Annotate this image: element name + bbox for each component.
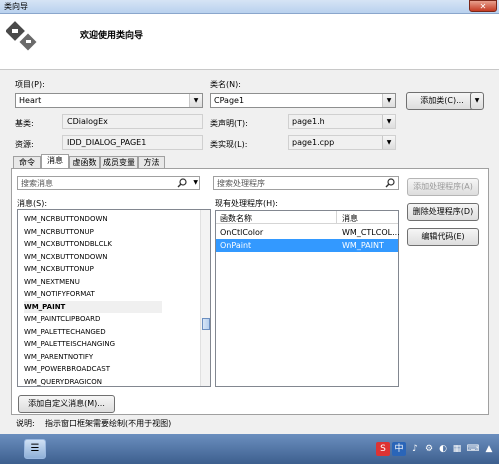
class-wizard-logo-icon: [6, 21, 37, 51]
tray-expand-icon[interactable]: ▲: [482, 442, 496, 456]
chevron-down-icon: ▼: [382, 136, 395, 149]
message-item[interactable]: WM_NCXBUTTONUP: [24, 263, 194, 276]
class-impl-label: 类实现(L):: [210, 140, 248, 149]
base-class-field: CDialogEx: [62, 114, 203, 129]
handler-row[interactable]: OnCtlColor WM_CTLCOL...: [216, 226, 400, 239]
handlers-grid-header: 函数名称 消息: [216, 211, 398, 224]
chevron-down-icon: ▼: [382, 94, 395, 107]
resource-value: IDD_DIALOG_PAGE1: [67, 138, 147, 147]
class-decl-label: 类声明(T):: [210, 119, 248, 128]
tray-settings-icon[interactable]: ⚙: [422, 442, 436, 456]
search-icon[interactable]: [385, 178, 395, 188]
tray-grid-icon[interactable]: ▦: [450, 442, 464, 456]
tray-ime-icon[interactable]: 中: [392, 442, 406, 456]
message-item[interactable]: WM_QUERYDRAGICON: [24, 376, 194, 387]
message-item[interactable]: WM_NEXTMENU: [24, 276, 194, 289]
handler-function-cell: OnPaint: [220, 241, 252, 250]
delete-handler-button[interactable]: 删除处理程序(D): [407, 203, 479, 221]
message-item[interactable]: WM_PALETTECHANGED: [24, 326, 194, 339]
column-divider[interactable]: [336, 211, 337, 224]
message-item[interactable]: WM_PARENTNOTIFY: [24, 351, 194, 364]
handlers-grid[interactable]: 函数名称 消息 OnCtlColor WM_CTLCOL... OnPaint …: [215, 210, 400, 387]
tab-virtual-functions[interactable]: 虚函数: [69, 156, 100, 168]
handlers-list-label: 现有处理程序(H):: [215, 199, 278, 208]
message-item[interactable]: WM_NCRBUTTONDOWN: [24, 213, 194, 226]
project-label: 项目(P):: [15, 80, 45, 89]
add-class-button[interactable]: 添加类(C)...: [406, 92, 478, 110]
taskbar-app-button[interactable]: ☰: [24, 439, 46, 459]
search-options-dropdown-icon[interactable]: ▼: [193, 179, 198, 186]
project-value: Heart: [19, 96, 42, 105]
tab-member-variables[interactable]: 成员变量: [100, 156, 138, 168]
handler-search-input[interactable]: 搜索处理程序: [213, 176, 399, 190]
tray-sound-icon[interactable]: ♪: [408, 442, 422, 456]
message-item[interactable]: WM_NOTIFYFORMAT: [24, 288, 194, 301]
column-header-message[interactable]: 消息: [342, 213, 358, 224]
chevron-down-icon: ▼: [189, 94, 202, 107]
message-item[interactable]: WM_NCXBUTTONDBLCLK: [24, 238, 194, 251]
class-impl-value: page1.cpp: [292, 138, 335, 147]
handler-function-cell: OnCtlColor: [220, 228, 264, 237]
base-class-value: CDialogEx: [67, 117, 108, 126]
tray-app-icon[interactable]: ◐: [436, 442, 450, 456]
project-select[interactable]: Heart ▼: [15, 93, 203, 108]
edit-code-button[interactable]: 编辑代码(E): [407, 228, 479, 246]
class-decl-value: page1.h: [292, 117, 325, 126]
messages-list-label: 消息(S):: [17, 199, 48, 208]
close-button[interactable]: ✕: [469, 0, 497, 12]
tab-methods[interactable]: 方法: [138, 156, 165, 168]
message-item[interactable]: WM_NCRBUTTONUP: [24, 226, 194, 239]
add-class-dropdown-button[interactable]: ▼: [470, 92, 484, 110]
chat-icon: ☰: [30, 443, 40, 454]
add-custom-message-button[interactable]: 添加自定义消息(M)...: [18, 395, 115, 413]
wizard-header: [0, 14, 499, 70]
base-class-label: 基类:: [15, 119, 34, 128]
class-name-select[interactable]: CPage1 ▼: [210, 93, 396, 108]
add-handler-button[interactable]: 添加处理程序(A): [407, 178, 479, 196]
description-text: 指示窗口框架需要绘制(不用于视图): [45, 419, 172, 428]
handler-message-cell: WM_CTLCOL...: [342, 228, 400, 237]
title-bar: 类向导 ✕: [0, 0, 499, 14]
handler-search-placeholder: 搜索处理程序: [217, 179, 265, 188]
class-impl-select[interactable]: page1.cpp ▼: [288, 135, 396, 150]
welcome-heading: 欢迎使用类向导: [80, 31, 144, 41]
class-name-value: CPage1: [214, 96, 245, 105]
chevron-down-icon: ▼: [382, 115, 395, 128]
message-search-input[interactable]: 搜索消息 ▼: [17, 176, 200, 190]
description-label: 说明:: [16, 419, 35, 428]
tray-sogou-icon[interactable]: S: [376, 442, 390, 456]
resource-label: 资源:: [15, 140, 34, 149]
class-name-label: 类名(N):: [210, 80, 241, 89]
messages-list[interactable]: WM_NCRBUTTONDOWN WM_NCRBUTTONUP WM_NCXBU…: [17, 209, 211, 387]
tab-commands[interactable]: 命令: [13, 156, 41, 168]
tab-messages[interactable]: 消息: [41, 154, 69, 169]
message-item-selected[interactable]: WM_PAINT: [24, 300, 162, 313]
class-decl-select[interactable]: page1.h ▼: [288, 114, 396, 129]
column-header-function[interactable]: 函数名称: [220, 213, 252, 224]
handler-row-selected[interactable]: OnPaint WM_PAINT: [216, 239, 398, 252]
window-title: 类向导: [4, 2, 28, 11]
search-icon[interactable]: [177, 178, 187, 188]
tray-keyboard-icon[interactable]: ⌨: [466, 442, 480, 456]
handler-message-cell: WM_PAINT: [342, 241, 384, 250]
message-item[interactable]: WM_NCXBUTTONDOWN: [24, 251, 194, 264]
message-item[interactable]: WM_PALETTEISCHANGING: [24, 338, 194, 351]
scrollbar-thumb[interactable]: [202, 318, 210, 330]
message-item[interactable]: WM_PAINTCLIPBOARD: [24, 313, 194, 326]
messages-scrollbar[interactable]: [200, 210, 210, 386]
message-search-placeholder: 搜索消息: [21, 179, 53, 188]
message-item[interactable]: WM_POWERBROADCAST: [24, 363, 194, 376]
resource-field: IDD_DIALOG_PAGE1: [62, 135, 203, 150]
